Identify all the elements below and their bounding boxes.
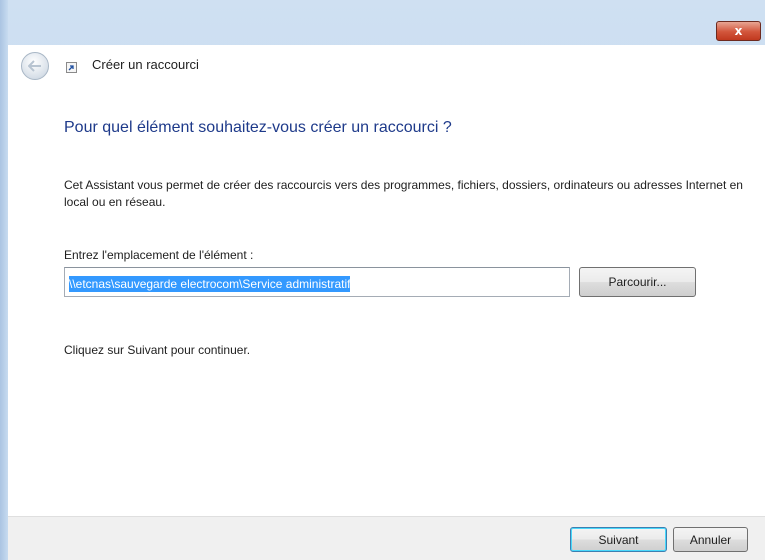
wizard-footer: Suivant Annuler	[8, 516, 765, 560]
back-arrow-icon	[28, 60, 41, 72]
close-icon: x	[734, 24, 743, 38]
back-button[interactable]	[21, 52, 49, 80]
wizard-header: Créer un raccourci	[8, 45, 765, 87]
continue-instruction: Cliquez sur Suivant pour continuer.	[64, 343, 251, 357]
wizard-client-area: Créer un raccourci Pour quel élément sou…	[8, 45, 765, 560]
location-value: \\etcnas\sauvegarde electrocom\Service a…	[69, 276, 351, 292]
close-button[interactable]: x	[716, 21, 761, 41]
location-label: Entrez l'emplacement de l'élément :	[64, 248, 254, 262]
next-button[interactable]: Suivant	[570, 527, 667, 552]
create-shortcut-window: x Créer un raccourci Pour quel élément s…	[0, 0, 765, 560]
window-frame	[0, 0, 8, 560]
cancel-button[interactable]: Annuler	[673, 527, 748, 552]
wizard-title: Créer un raccourci	[92, 57, 199, 72]
shortcut-icon	[66, 62, 77, 73]
page-heading: Pour quel élément souhaitez-vous créer u…	[64, 119, 452, 136]
browse-button[interactable]: Parcourir...	[579, 267, 696, 297]
wizard-description: Cet Assistant vous permet de créer des r…	[64, 178, 743, 209]
location-input[interactable]: \\etcnas\sauvegarde electrocom\Service a…	[64, 267, 570, 297]
